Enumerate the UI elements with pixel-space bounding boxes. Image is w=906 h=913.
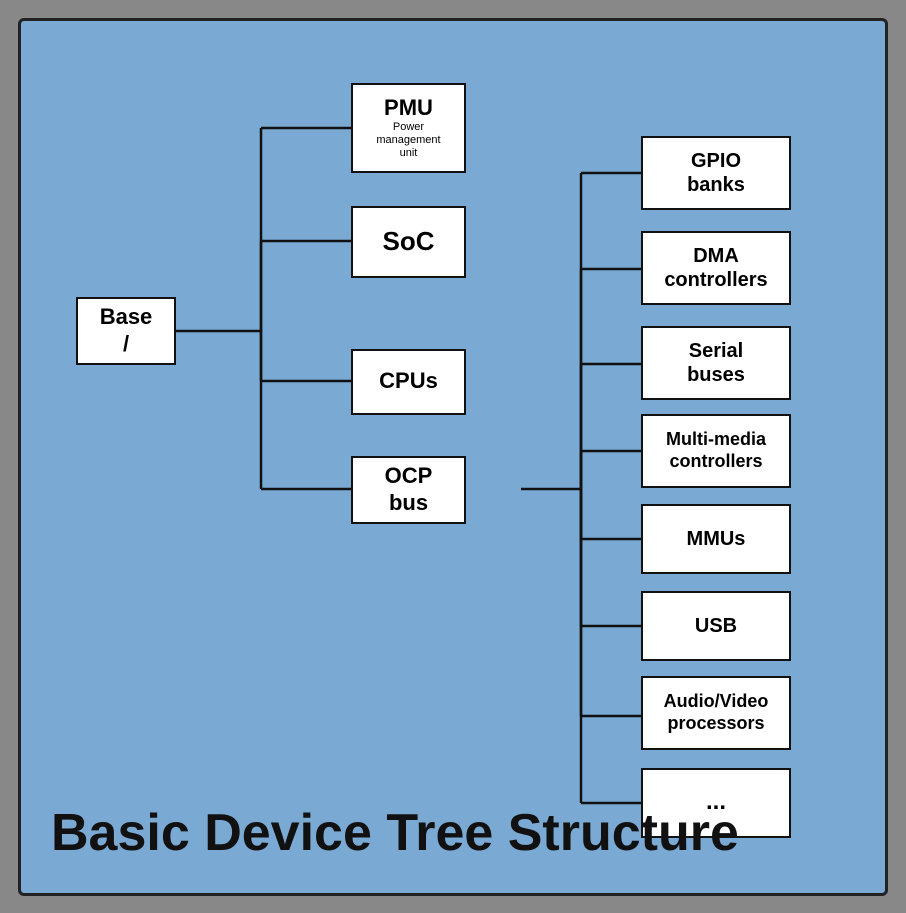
node-base: Base/ [76,297,176,365]
node-serial: Serialbuses [641,326,791,400]
node-gpio: GPIObanks [641,136,791,210]
node-pmu: PMU Power managementunit [351,83,466,173]
node-soc: SoC [351,206,466,278]
node-audiovideo: Audio/Videoprocessors [641,676,791,750]
node-dma: DMAcontrollers [641,231,791,305]
node-mmus: MMUs [641,504,791,574]
node-multimedia: Multi-mediacontrollers [641,414,791,488]
node-ocpbus: OCPbus [351,456,466,524]
diagram-title: Basic Device Tree Structure [51,805,739,862]
node-usb: USB [641,591,791,661]
node-cpus: CPUs [351,349,466,415]
main-container: Base/ PMU Power managementunit SoC CPUs … [18,18,888,896]
